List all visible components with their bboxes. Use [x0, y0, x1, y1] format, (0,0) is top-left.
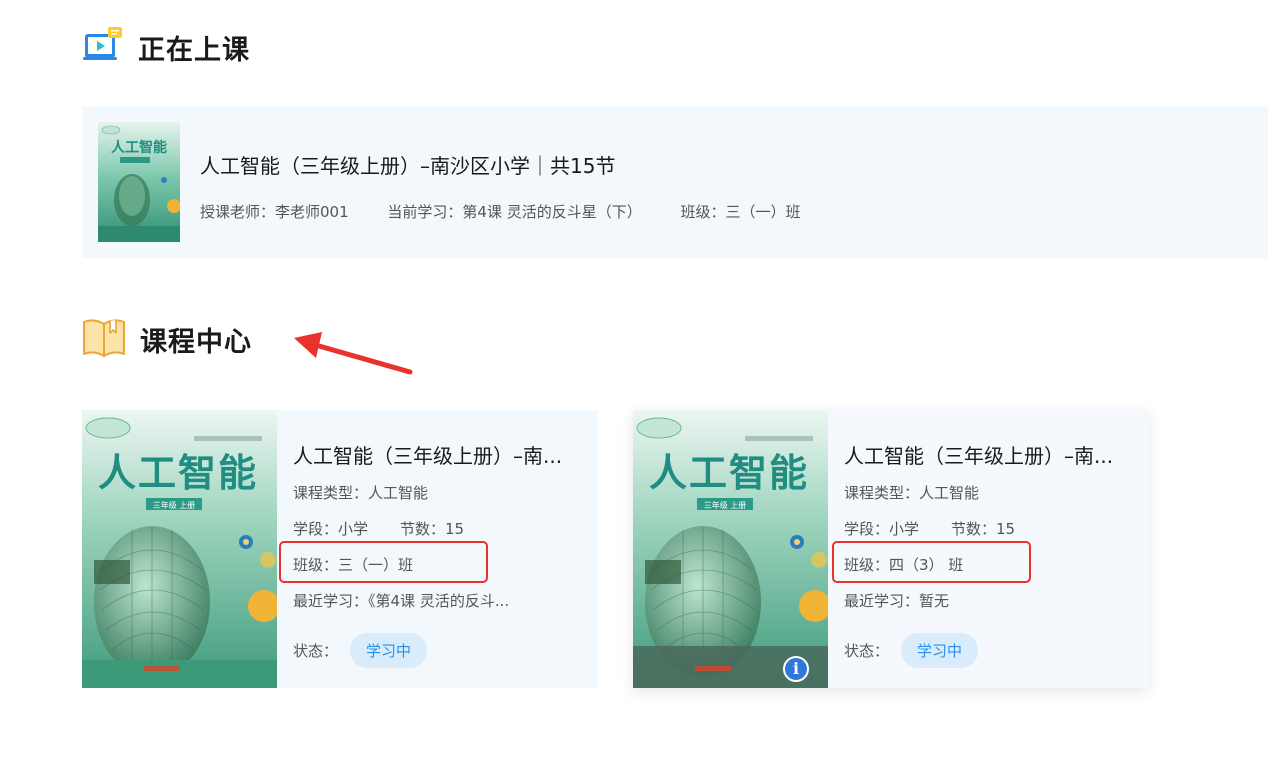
class-label: 班级：三（一）班: [680, 203, 801, 221]
course-stage-row: 学段：小学 节数：15: [844, 518, 1015, 539]
course-type: 课程类型：人工智能: [844, 484, 980, 502]
section-title-now: 正在上课: [82, 26, 250, 68]
course-cover-image: 人工智能: [98, 122, 181, 242]
course-stage: 学段：小学: [293, 520, 369, 538]
current-lesson-label: 当前学习：第4课 灵活的反斗星（下）: [387, 203, 642, 221]
page-section-title: 课程中心: [140, 326, 252, 358]
annotation-highlight-box: [832, 541, 1031, 583]
status-label: 状态：: [844, 642, 890, 660]
course-cover-image: 人工智能 三年级 上册 i: [633, 410, 828, 688]
cover-grade-text: 三年级 上册: [704, 500, 747, 510]
course-title[interactable]: 人工智能（三年级上册）–南...: [844, 440, 1144, 469]
course-title[interactable]: 人工智能（三年级上册）–南...: [293, 440, 593, 469]
course-type: 课程类型：人工智能: [293, 484, 429, 502]
annotation-highlight-box: [279, 541, 488, 583]
cover-title-text: 人工智能: [111, 139, 167, 156]
status-label: 状态：: [293, 642, 339, 660]
current-course-title[interactable]: 人工智能（三年级上册）–南沙区小学｜共15节: [200, 150, 615, 179]
status-badge: 学习中: [901, 633, 979, 668]
current-course-meta: 授课老师：李老师001 当前学习：第4课 灵活的反斗星（下） 班级：三（一）班: [200, 201, 835, 222]
cover-title-text: 人工智能: [649, 451, 809, 495]
course-stage: 学段：小学: [844, 520, 920, 538]
teacher-label: 授课老师：李老师001: [200, 203, 349, 221]
course-lessons: 节数：15: [951, 520, 1016, 538]
live-class-icon: [82, 26, 124, 68]
status-badge: 学习中: [350, 633, 428, 668]
course-lessons: 节数：15: [400, 520, 465, 538]
course-cover-image: 人工智能 三年级 上册: [82, 410, 277, 688]
current-class-card[interactable]: 人工智能 人工智能（三年级上册）–南沙区小学｜共15节 授课老师：李老师001 …: [82, 106, 1268, 258]
course-recent: 最近学习：暂无: [844, 592, 950, 610]
section-title-center: 课程中心: [82, 316, 252, 362]
book-icon: [82, 316, 126, 362]
course-stage-row: 学段：小学 节数：15: [293, 518, 464, 539]
page-section-title: 正在上课: [138, 34, 250, 66]
course-recent: 最近学习：《第4课 灵活的反斗...: [293, 592, 510, 610]
cover-grade-text: 三年级 上册: [153, 500, 196, 510]
course-status-row: 状态： 学习中: [293, 633, 428, 668]
course-status-row: 状态： 学习中: [844, 633, 979, 668]
annotation-arrow: [290, 328, 414, 382]
info-icon[interactable]: i: [783, 656, 809, 682]
cover-title-text: 人工智能: [98, 451, 258, 495]
